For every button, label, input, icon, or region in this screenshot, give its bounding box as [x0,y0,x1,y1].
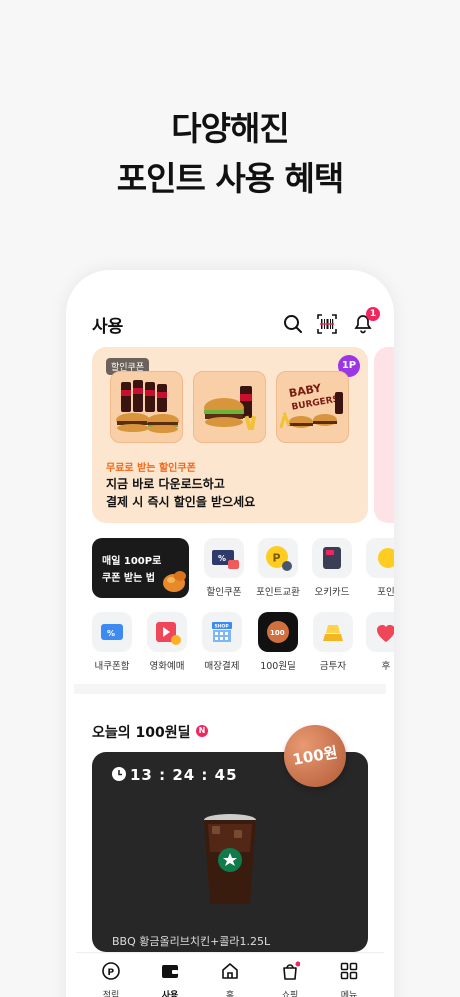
iced-coffee-image [204,814,256,904]
svg-text:SHOP: SHOP [215,624,230,630]
wallet-icon [162,965,178,978]
notification-button[interactable]: 1 [353,307,380,334]
tab-label: 사용 [161,991,179,997]
quick-label: 오키카드 [314,587,350,598]
card-icon [323,547,341,569]
svg-text:P: P [108,968,115,978]
quick-label: 포인트교환 [256,587,300,598]
coupon-card-2 [193,371,266,443]
promo-line-1: 매일 100P로 [102,556,162,567]
100won-coin-icon: 100 [267,621,289,643]
quick-label: 후 [381,661,391,672]
new-badge: N [196,725,208,737]
svg-text:%: % [107,629,115,638]
notification-count-badge: 1 [366,307,380,321]
point-coin-icon: P [266,546,292,571]
deal-section-title: 오늘의 100원딜 [92,725,191,741]
page-title: 사용 [92,317,124,337]
bottom-tab-bar: P 적립 사용 홈 쇼핑 메뉴 [76,952,384,997]
tab-menu[interactable]: 메뉴 [324,961,374,997]
banner-subtitle: 무료로 받는 할인쿠폰 [106,463,196,474]
quick-point-partial[interactable]: 포인 [360,538,394,598]
quick-label: 100원딜 [260,661,296,672]
tab-label: 적립 [102,991,120,997]
chicken-icon [163,571,186,592]
coupon-card-3: BABY BURGERS [276,371,349,443]
phone-screen: 사용 1 할인쿠폰 1 P BABY BURGERS 무료로 받는 할인쿠폰 지금… [66,270,394,997]
top-bar: 사용 1 [92,307,380,340]
next-banner-peek[interactable] [374,347,394,523]
burger-combo-image [204,386,257,431]
shopping-bag-icon [283,961,301,980]
svg-text:100: 100 [270,629,285,637]
clock-icon [112,767,126,781]
svg-text:P: P [273,552,281,565]
movie-icon [156,622,181,645]
quick-movie-booking[interactable]: 영화예매 [141,612,193,672]
quick-label: 금투자 [319,661,347,672]
search-icon[interactable] [283,314,303,334]
quick-discount-coupon[interactable]: % 할인쿠폰 [198,538,250,598]
quick-label: 매장결제 [204,661,240,672]
quick-label: 할인쿠폰 [206,587,242,598]
baby-burgers-image: BABY BURGERS [279,381,343,429]
barcode-scan-icon[interactable] [317,314,337,334]
promo-line-2: 쿠폰 받는 법 [102,573,155,584]
quick-point-exchange[interactable]: P 포인트교환 [252,538,304,598]
quick-100won-deal[interactable]: 100 100원딜 [252,612,304,672]
grid-menu-icon [340,962,358,980]
tab-label: 쇼핑 [281,991,299,997]
quick-store-payment[interactable]: SHOP 매장결제 [196,612,248,672]
tab-earn[interactable]: P 적립 [86,961,136,997]
coupon-card-1 [110,371,183,443]
promo-card[interactable]: 매일 100P로 쿠폰 받는 법 [92,538,189,598]
quick-gold-invest[interactable]: 금투자 [307,612,359,672]
point-coin-icon [378,548,394,568]
banner-line-1: 지금 바로 다운로드하고 [106,477,225,491]
tab-label: 메뉴 [340,991,358,997]
deal-product-name: BBQ 황금올리브치킨+콜라1.25L [112,935,271,948]
quick-label: 영화예매 [149,661,185,672]
burger-set-image [116,380,179,433]
tab-use[interactable]: 사용 [145,961,195,997]
hero-line-1: 다양해진 [171,109,289,148]
home-icon [222,963,238,979]
shop-icon: SHOP [212,622,232,642]
deal-timer: 13 : 24 : 45 [112,766,238,784]
quick-okcard[interactable]: 오키카드 [306,538,358,598]
quick-more-partial[interactable]: 후 [360,612,394,672]
section-divider [74,684,386,694]
svg-text:%: % [218,554,226,563]
tab-label: 홈 [225,991,235,997]
banner-line-2: 결제 시 즉시 할인을 받으세요 [106,495,256,509]
quick-label: 내쿠폰함 [94,661,130,672]
quick-my-coupons[interactable]: % 내쿠폰함 [86,612,138,672]
gold-bar-icon [323,625,343,641]
timer-value: 13 : 24 : 45 [130,766,238,784]
tab-shopping[interactable]: 쇼핑 [265,961,315,997]
tab-home[interactable]: 홈 [205,961,255,997]
hero-line-2: 포인트 사용 혜택 [116,159,345,198]
quick-label: 포인 [377,587,394,598]
earn-point-icon: P [102,962,120,980]
hero-headline: 다양해진 포인트 사용 혜택 [0,104,460,204]
heart-icon [377,625,394,642]
coupon-banner[interactable]: 할인쿠폰 1P BABY BURGERS 무료로 받는 할인쿠폰 지금 바로 다… [92,347,368,523]
my-coupon-icon: % [101,624,123,640]
coupon-ticket-icon: % [212,550,239,569]
